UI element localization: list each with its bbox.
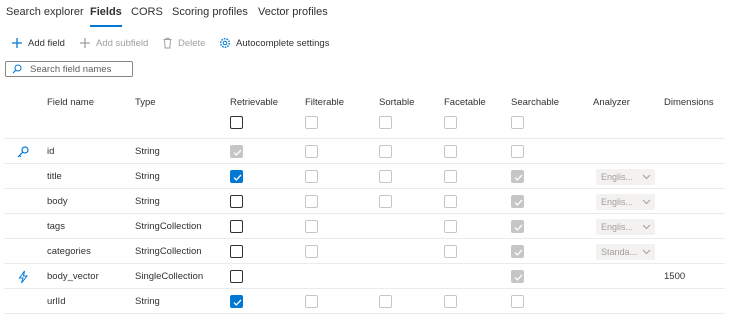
filterable-select-all-checkbox[interactable] [305, 116, 318, 129]
field-name: id [47, 146, 55, 157]
table-row[interactable]: title String Englis... [4, 164, 725, 189]
analyzer-value: Englis... [601, 222, 634, 232]
tab-vector-profiles[interactable]: Vector profiles [258, 6, 328, 18]
table-row[interactable]: urlId String [4, 289, 725, 314]
sortable-checkbox[interactable] [379, 145, 392, 158]
facetable-checkbox[interactable] [444, 145, 457, 158]
tab-search-explorer[interactable]: Search explorer [6, 6, 84, 18]
analyzer-value: Standa... [601, 247, 638, 257]
search-input[interactable] [30, 63, 130, 75]
analyzer-dropdown[interactable]: Standa... [596, 244, 655, 260]
searchable-select-all-checkbox[interactable] [511, 116, 524, 129]
searchable-checkbox[interactable] [511, 245, 524, 258]
retrievable-checkbox[interactable] [230, 245, 243, 258]
delete-button[interactable]: Delete [162, 37, 205, 49]
analyzer-value: Englis... [601, 172, 634, 182]
field-name: categories [47, 246, 91, 257]
plus-icon [12, 38, 22, 48]
searchable-checkbox[interactable] [511, 270, 524, 283]
column-header-filterable[interactable]: Filterable [305, 97, 344, 108]
filterable-checkbox[interactable] [305, 220, 318, 233]
searchable-checkbox[interactable] [511, 145, 524, 158]
add-subfield-button[interactable]: Add subfield [79, 37, 148, 49]
column-header-field-name[interactable]: Field name [47, 97, 94, 108]
key-icon [16, 145, 30, 162]
table-row[interactable]: tags StringCollection Englis... [4, 214, 725, 239]
trash-icon [163, 37, 172, 49]
sortable-select-all-checkbox[interactable] [379, 116, 392, 129]
table-row[interactable]: id String [4, 139, 725, 164]
field-type: String [135, 146, 160, 157]
filterable-checkbox[interactable] [305, 170, 318, 183]
plus-icon [80, 38, 90, 48]
searchable-checkbox[interactable] [511, 195, 524, 208]
delete-label: Delete [178, 37, 206, 49]
column-header-dimensions[interactable]: Dimensions [664, 97, 714, 108]
autocomplete-settings-label: Autocomplete settings [236, 37, 330, 49]
facetable-checkbox[interactable] [444, 170, 457, 183]
dimensions-value: 1500 [664, 271, 686, 282]
field-name: body [47, 196, 68, 207]
add-subfield-label: Add subfield [96, 37, 149, 49]
facetable-checkbox[interactable] [444, 245, 457, 258]
analyzer-dropdown[interactable]: Englis... [596, 169, 655, 185]
retrievable-checkbox[interactable] [230, 270, 243, 283]
column-header-retrievable[interactable]: Retrievable [230, 97, 278, 108]
field-name: urlId [47, 296, 66, 307]
facetable-checkbox[interactable] [444, 195, 457, 208]
column-header-type[interactable]: Type [135, 97, 156, 108]
column-header-sortable[interactable]: Sortable [379, 97, 414, 108]
autocomplete-settings-button[interactable]: Autocomplete settings [219, 37, 329, 49]
table-row[interactable]: categories StringCollection Standa... [4, 239, 725, 264]
analyzer-dropdown[interactable]: Englis... [596, 194, 655, 210]
filterable-checkbox[interactable] [305, 195, 318, 208]
field-name: body_vector [47, 271, 99, 282]
header-checkbox-row [4, 109, 725, 139]
column-header-analyzer[interactable]: Analyzer [593, 97, 630, 108]
search-box [5, 61, 133, 77]
facetable-checkbox[interactable] [444, 220, 457, 233]
sortable-checkbox[interactable] [379, 170, 392, 183]
lightning-icon [16, 270, 30, 287]
tab-scoring-profiles[interactable]: Scoring profiles [172, 6, 248, 18]
field-type: String [135, 296, 160, 307]
add-field-label: Add field [28, 37, 65, 49]
searchable-checkbox[interactable] [511, 170, 524, 183]
facetable-select-all-checkbox[interactable] [444, 116, 457, 129]
tab-bar: Search explorer Fields CORS Scoring prof… [0, 0, 750, 27]
retrievable-checkbox[interactable] [230, 220, 243, 233]
retrievable-checkbox[interactable] [230, 145, 243, 158]
tab-fields[interactable]: Fields [90, 6, 122, 27]
table-row[interactable]: body_vector SingleCollection 1500 [4, 264, 725, 289]
filterable-checkbox[interactable] [305, 295, 318, 308]
searchable-checkbox[interactable] [511, 220, 524, 233]
field-type: String [135, 196, 160, 207]
column-header-searchable[interactable]: Searchable [511, 97, 559, 108]
retrievable-checkbox[interactable] [230, 195, 243, 208]
field-name: title [47, 171, 62, 182]
searchable-checkbox[interactable] [511, 295, 524, 308]
filterable-checkbox[interactable] [305, 245, 318, 258]
retrievable-checkbox[interactable] [230, 295, 243, 308]
analyzer-value: Englis... [601, 197, 634, 207]
column-header-facetable[interactable]: Facetable [444, 97, 486, 108]
filterable-checkbox[interactable] [305, 145, 318, 158]
sortable-checkbox[interactable] [379, 195, 392, 208]
tab-cors[interactable]: CORS [131, 6, 163, 18]
field-type: SingleCollection [135, 271, 204, 282]
analyzer-dropdown[interactable]: Englis... [596, 219, 655, 235]
retrievable-select-all-checkbox[interactable] [230, 116, 243, 129]
gear-icon [219, 37, 231, 49]
field-name: tags [47, 221, 65, 232]
table-row[interactable]: body String Englis... [4, 189, 725, 214]
retrievable-checkbox[interactable] [230, 170, 243, 183]
field-type: StringCollection [135, 221, 202, 232]
field-type: StringCollection [135, 246, 202, 257]
sortable-checkbox[interactable] [379, 295, 392, 308]
field-type: String [135, 171, 160, 182]
command-bar: Add field Add subfield Delete Autocomple… [0, 30, 750, 56]
add-field-button[interactable]: Add field [11, 37, 65, 49]
facetable-checkbox[interactable] [444, 295, 457, 308]
search-icon [12, 64, 22, 74]
